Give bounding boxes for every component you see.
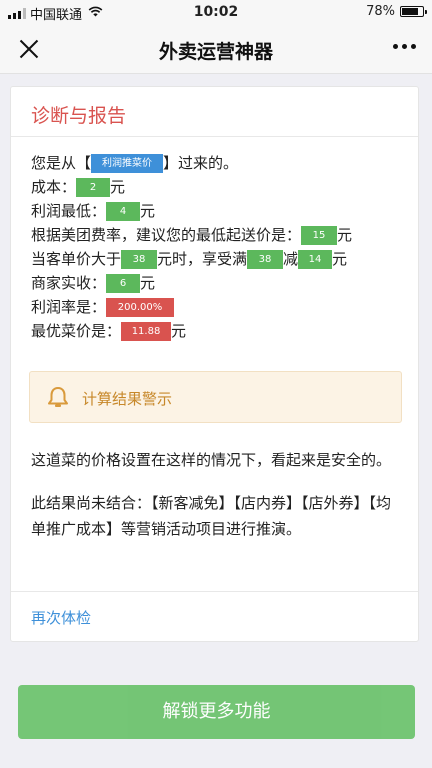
- min-delivery-label: 根据美团费率，建议您的最低起送价是：: [31, 226, 302, 244]
- discount-unit: 元: [332, 250, 348, 268]
- bell-icon: [48, 387, 68, 407]
- cost-line: 成本： 2 元: [31, 175, 418, 199]
- battery-fill: [402, 8, 418, 15]
- profit-rate-label: 利润率是：: [31, 298, 107, 316]
- report-card: 诊断与报告 您是从【 利润推菜价 】过来的。 成本： 2 元 利润最低： 4 元 根据美团费…: [10, 86, 419, 642]
- best-price-value: 11.88: [121, 322, 172, 341]
- retest-link[interactable]: 再次体检: [31, 609, 91, 627]
- min-delivery-unit: 元: [337, 226, 353, 244]
- status-right: 78%: [366, 4, 427, 19]
- status-bar: 中国联通 10:02 78%: [0, 0, 432, 24]
- card-header: 诊断与报告: [11, 87, 418, 137]
- cost-value: 2: [76, 178, 111, 197]
- card-title: 诊断与报告: [31, 105, 127, 127]
- profit-rate-value: 200.00%: [106, 298, 175, 317]
- cost-unit: 元: [110, 178, 126, 196]
- warning-title: 计算结果警示: [82, 390, 173, 408]
- discount-full: 38: [247, 250, 284, 269]
- profit-rate-line: 利润率是： 200.00%: [31, 295, 418, 319]
- unlock-more-button[interactable]: 解锁更多功能: [18, 685, 415, 739]
- discount-minus: 14: [298, 250, 333, 269]
- discount-label: 当客单价大于: [31, 250, 122, 268]
- discount-minus-text: 减: [283, 250, 299, 268]
- best-price-unit: 元: [171, 322, 187, 340]
- discount-mid-text: 元时，享受满: [157, 250, 248, 268]
- battery-icon: [400, 6, 427, 17]
- disclaimer-message: 此结果尚未结合：【新客减免】【店内券】【店外券】【均单推广成本】等营销活动项目进…: [31, 494, 392, 538]
- merchant-income-value: 6: [106, 274, 141, 293]
- merchant-income-line: 商家实收： 6 元: [31, 271, 418, 295]
- page-title: 外卖运营神器: [158, 41, 273, 63]
- min-profit-unit: 元: [140, 202, 156, 220]
- discount-line: 当客单价大于 38 元时，享受满 38 减 14 元: [31, 247, 418, 271]
- discount-threshold: 38: [121, 250, 158, 269]
- merchant-income-label: 商家实收：: [31, 274, 107, 292]
- result-lines: 您是从【 利润推菜价 】过来的。 成本： 2 元 利润最低： 4 元 根据美团费率，建议您的…: [11, 137, 418, 343]
- best-price-label: 最优菜价是：: [31, 322, 122, 340]
- cost-label: 成本：: [31, 178, 77, 196]
- source-suffix: 】过来的。: [163, 154, 239, 172]
- safety-message: 这道菜的价格设置在这样的情况下，看起来是安全的。: [31, 451, 392, 469]
- merchant-income-unit: 元: [140, 274, 156, 292]
- min-delivery-line: 根据美团费率，建议您的最低起送价是： 15 元: [31, 223, 418, 247]
- nav-bar: 外卖运营神器: [0, 24, 432, 74]
- warning-box: 计算结果警示: [29, 371, 402, 423]
- card-footer: 再次体检: [11, 591, 418, 641]
- min-profit-label: 利润最低：: [31, 202, 107, 220]
- battery-percent: 78%: [366, 4, 395, 19]
- min-profit-line: 利润最低： 4 元: [31, 199, 418, 223]
- source-line: 您是从【 利润推菜价 】过来的。: [31, 151, 418, 175]
- min-delivery-value: 15: [301, 226, 338, 245]
- source-prefix: 您是从【: [31, 154, 92, 172]
- more-icon[interactable]: [393, 44, 416, 49]
- best-price-line: 最优菜价是： 11.88 元: [31, 319, 418, 343]
- min-profit-value: 4: [106, 202, 141, 221]
- source-tag: 利润推菜价: [91, 154, 164, 173]
